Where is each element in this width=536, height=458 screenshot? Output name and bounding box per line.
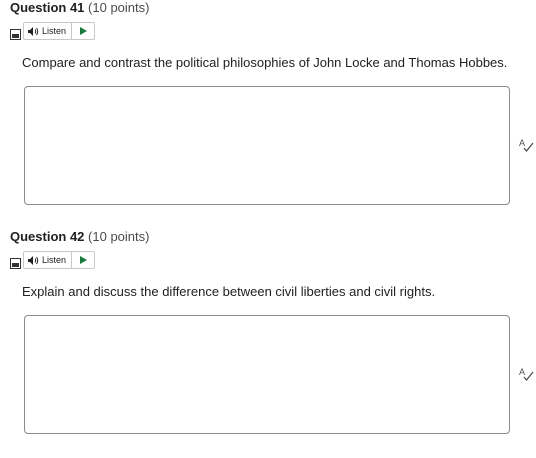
listen-trigger[interactable]: Listen bbox=[24, 252, 73, 268]
question-points: (10 points) bbox=[88, 229, 150, 244]
play-button[interactable] bbox=[72, 252, 94, 268]
speaker-icon bbox=[28, 26, 39, 36]
svg-text:A: A bbox=[519, 138, 525, 148]
listen-trigger[interactable]: Listen bbox=[24, 23, 73, 39]
question-prompt: Compare and contrast the political philo… bbox=[22, 55, 508, 70]
listen-button[interactable]: Listen bbox=[23, 22, 96, 40]
question-header: Question 42 (10 points) bbox=[10, 229, 149, 245]
question-header: Question 41 (10 points) bbox=[10, 0, 149, 16]
play-button[interactable] bbox=[72, 23, 94, 39]
spellcheck-icon[interactable]: A bbox=[518, 366, 534, 382]
answer-textarea[interactable] bbox=[24, 86, 510, 205]
listen-toolbar: Listen bbox=[10, 250, 96, 270]
listen-label: Listen bbox=[42, 26, 67, 36]
menu-icon[interactable] bbox=[10, 258, 21, 269]
question-prompt: Explain and discuss the difference betwe… bbox=[22, 284, 436, 299]
listen-button[interactable]: Listen bbox=[23, 251, 96, 269]
listen-toolbar: Listen bbox=[10, 21, 96, 41]
question-points: (10 points) bbox=[88, 0, 150, 15]
play-icon bbox=[79, 256, 87, 264]
menu-icon[interactable] bbox=[10, 29, 21, 40]
answer-textarea[interactable] bbox=[24, 315, 510, 434]
play-icon bbox=[79, 27, 87, 35]
listen-label: Listen bbox=[42, 255, 67, 265]
spellcheck-icon[interactable]: A bbox=[518, 137, 534, 153]
speaker-icon bbox=[28, 255, 39, 265]
question-number: Question 42 bbox=[10, 229, 85, 244]
svg-text:A: A bbox=[519, 367, 525, 377]
question-number: Question 41 bbox=[10, 0, 85, 15]
